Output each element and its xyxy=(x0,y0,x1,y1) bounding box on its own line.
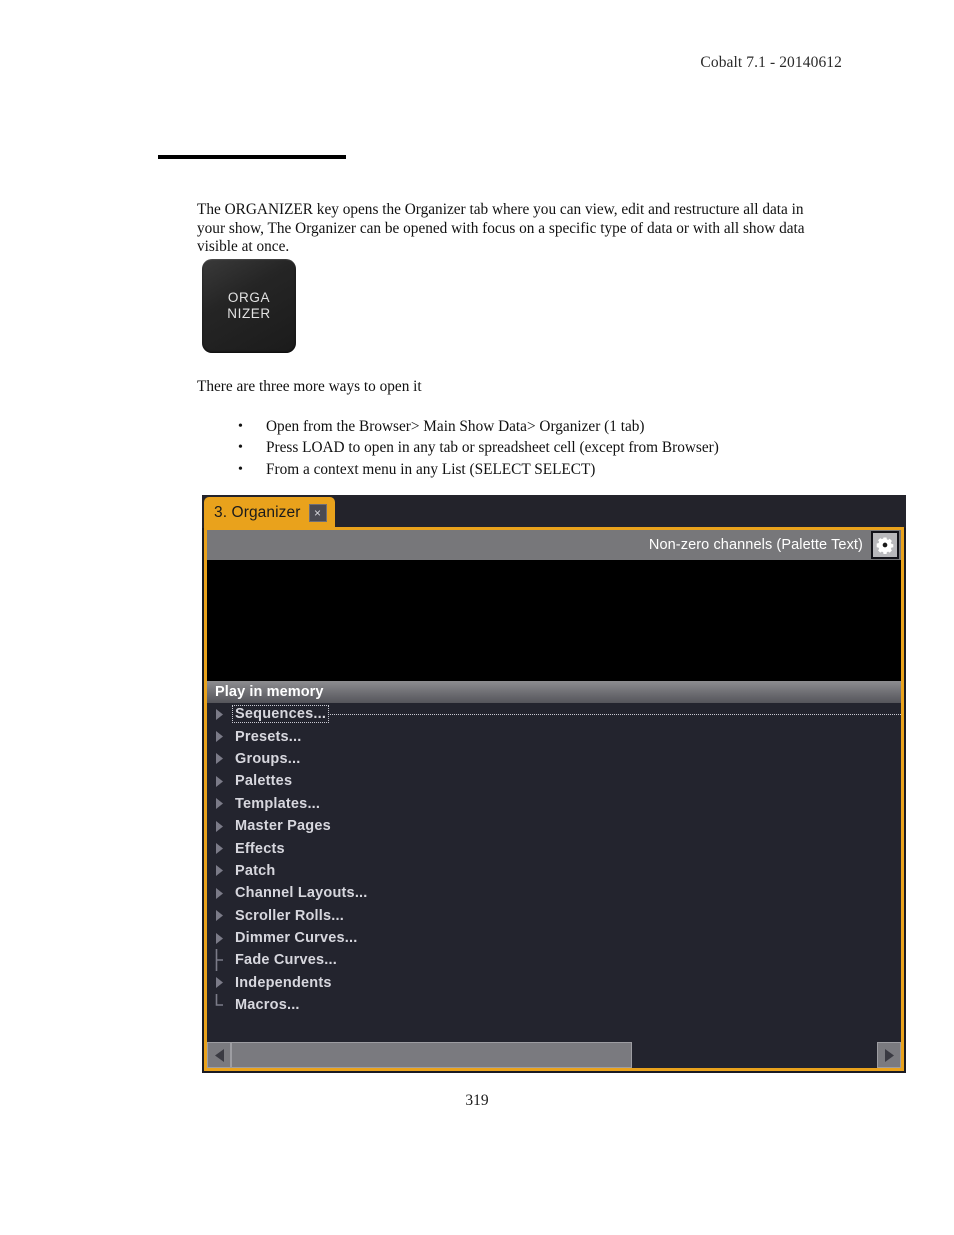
tree-item-label: Macros... xyxy=(235,997,300,1014)
tree-item-dimmer-curves[interactable]: Dimmer Curves... xyxy=(207,927,901,949)
section-header-label: Play in memory xyxy=(215,684,324,700)
expand-triangle-icon[interactable] xyxy=(215,932,235,944)
tree-item-label: Effects xyxy=(235,840,285,857)
organizer-canvas[interactable] xyxy=(207,560,901,681)
tree-item-templates[interactable]: Templates... xyxy=(207,793,901,815)
ways-list: • Open from the Browser> Main Show Data>… xyxy=(232,416,872,480)
tree-item-master-pages[interactable]: Master Pages xyxy=(207,815,901,837)
page-number: 319 xyxy=(465,1092,489,1109)
list-item: • Press LOAD to open in any tab or sprea… xyxy=(232,437,872,458)
expand-triangle-icon[interactable] xyxy=(215,977,235,989)
tree-item-presets[interactable]: Presets... xyxy=(207,725,901,747)
organizer-key-line2: NIZER xyxy=(227,306,271,321)
expand-triangle-icon[interactable] xyxy=(215,865,235,877)
selection-dotted-line xyxy=(237,714,901,716)
left-arrow-icon[interactable] xyxy=(207,1042,231,1068)
horizontal-scrollbar[interactable] xyxy=(207,1042,901,1068)
tree-item-label: Channel Layouts... xyxy=(235,885,368,902)
toolbar-title: Non-zero channels (Palette Text) xyxy=(648,537,863,553)
list-item: • Open from the Browser> Main Show Data>… xyxy=(232,416,872,437)
gear-icon[interactable] xyxy=(871,531,899,559)
tree-item-groups[interactable]: Groups... xyxy=(207,748,901,770)
tree-branch-icon xyxy=(215,949,235,972)
expand-triangle-icon[interactable] xyxy=(215,753,235,765)
tab-strip: 3. Organizer × xyxy=(202,495,906,528)
tree-item-label: Fade Curves... xyxy=(235,952,337,969)
intro-paragraph: The ORGANIZER key opens the Organizer ta… xyxy=(197,201,805,255)
expand-triangle-icon[interactable] xyxy=(215,775,235,787)
tree-item-effects[interactable]: Effects xyxy=(207,837,901,859)
organizer-key-image: ORGA NIZER xyxy=(202,259,296,353)
tree-item-label: Presets... xyxy=(235,728,302,745)
tree-item-label: Scroller Rolls... xyxy=(235,907,344,924)
expand-triangle-icon[interactable] xyxy=(215,887,235,899)
tree-corner-icon xyxy=(215,994,235,1016)
expand-triangle-icon[interactable] xyxy=(215,820,235,832)
bullet-icon: • xyxy=(238,440,243,456)
tree-item-scroller-rolls[interactable]: Scroller Rolls... xyxy=(207,905,901,927)
organizer-screenshot: 3. Organizer × Non-zero channels (Palett… xyxy=(202,495,906,1073)
list-item-label: Open from the Browser> Main Show Data> O… xyxy=(266,418,645,435)
expand-triangle-icon[interactable] xyxy=(215,910,235,922)
bullet-icon: • xyxy=(238,461,243,477)
organizer-toolbar: Non-zero channels (Palette Text) xyxy=(207,530,901,560)
organizer-key-line1: ORGA xyxy=(227,290,271,305)
tree-item-label: Palettes xyxy=(235,773,293,790)
organizer-panel: Non-zero channels (Palette Text) Play in… xyxy=(204,527,904,1071)
tree-item-label: Templates... xyxy=(235,795,321,812)
heading-rule xyxy=(158,155,346,159)
tree-item-macros[interactable]: Macros... xyxy=(207,994,901,1016)
list-item-label: Press LOAD to open in any tab or spreads… xyxy=(266,439,719,457)
close-icon[interactable]: × xyxy=(308,503,327,522)
list-item-label: From a context menu in any List (SELECT … xyxy=(266,460,596,478)
expand-triangle-icon[interactable] xyxy=(215,798,235,810)
organizer-key-button: ORGA NIZER xyxy=(202,259,296,353)
tree-item-label: Patch xyxy=(235,862,276,879)
organizer-tree-list[interactable]: Sequences... Presets... Groups... Palett… xyxy=(207,703,901,1042)
expand-triangle-icon[interactable] xyxy=(215,731,235,743)
tab-organizer[interactable]: 3. Organizer × xyxy=(204,497,335,528)
tree-item-palettes[interactable]: Palettes xyxy=(207,770,901,792)
expand-triangle-icon[interactable] xyxy=(215,843,235,855)
ways-lead-text: There are three more ways to open it xyxy=(197,378,422,395)
right-arrow-icon[interactable] xyxy=(877,1042,901,1068)
tree-item-channel-layouts[interactable]: Channel Layouts... xyxy=(207,882,901,904)
bullet-icon: • xyxy=(238,419,243,434)
section-header-play-in-memory: Play in memory xyxy=(207,681,901,703)
tree-item-independents[interactable]: Independents xyxy=(207,972,901,994)
list-item: • From a context menu in any List (SELEC… xyxy=(232,459,872,480)
scrollbar-thumb[interactable] xyxy=(231,1042,632,1068)
tree-item-sequences[interactable]: Sequences... xyxy=(207,703,901,725)
tree-item-label: Dimmer Curves... xyxy=(235,930,358,947)
tab-organizer-label: 3. Organizer xyxy=(214,503,301,521)
document-header: Cobalt 7.1 - 20140612 xyxy=(700,54,842,71)
scrollbar-track[interactable] xyxy=(231,1042,877,1068)
tree-item-label: Groups... xyxy=(235,750,301,767)
tree-item-label: Master Pages xyxy=(235,818,331,835)
tree-item-patch[interactable]: Patch xyxy=(207,860,901,882)
tree-item-label: Independents xyxy=(235,974,332,991)
tree-item-fade-curves[interactable]: Fade Curves... xyxy=(207,949,901,972)
tree-item-label: Sequences... xyxy=(232,705,330,724)
